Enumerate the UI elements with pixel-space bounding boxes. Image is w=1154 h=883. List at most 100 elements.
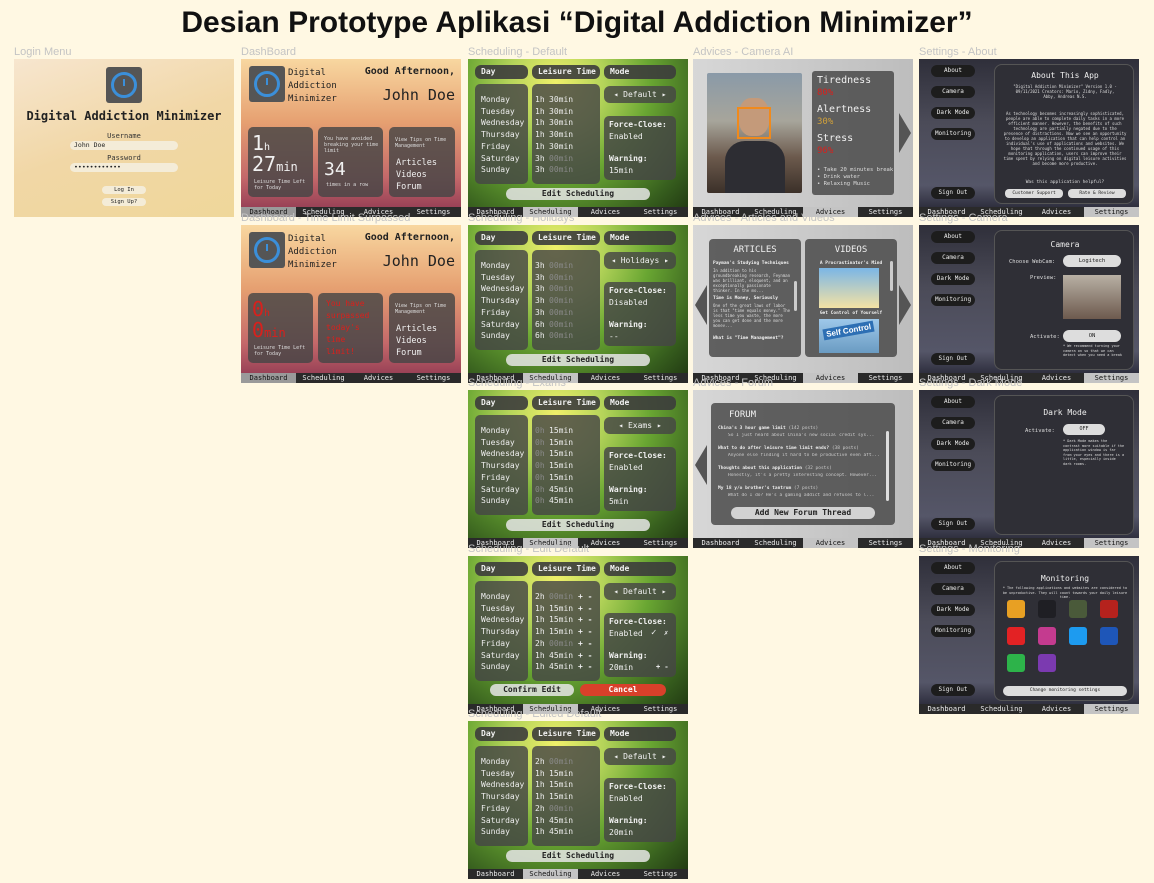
nav-advices[interactable]: Advices [578,207,633,217]
checkmark-icon[interactable]: ✓ [651,628,656,638]
nav-scheduling[interactable]: Scheduling [748,538,803,548]
nav-advices[interactable]: Advices [1029,373,1084,383]
settings-side-camera[interactable]: Camera [931,252,975,264]
edit-scheduling-button[interactable]: Edit Scheduling [506,354,650,366]
nav-advices[interactable]: Advices [1029,538,1084,548]
cancel-button[interactable]: Cancel [580,684,666,696]
nav-advices[interactable]: Advices [578,869,633,879]
sign-out-button[interactable]: Sign Out [931,187,975,199]
nav-settings[interactable]: Settings [1084,704,1139,714]
scrollbar[interactable] [890,261,893,291]
settings-side-darkmode[interactable]: Dark Mode [931,604,975,616]
mode-selector[interactable]: ◂ Exams ▸ [604,417,676,434]
scrollbar[interactable] [886,431,889,501]
next-arrow-icon[interactable] [899,113,911,153]
nav-settings[interactable]: Settings [633,704,688,714]
nav-advices[interactable]: Advices [351,373,406,383]
next-arrow-icon[interactable] [899,285,911,325]
nav-dashboard[interactable]: Dashboard [693,538,748,548]
video-thumbnail[interactable]: Self Control [819,319,879,353]
customer-support-button[interactable]: Customer Support [1005,189,1063,198]
signup-button[interactable]: Sign Up? [102,198,146,206]
video-title[interactable]: Get Control of Yourself [809,311,893,316]
videos-link[interactable]: Videos [396,169,437,181]
nav-advices[interactable]: Advices [1029,207,1084,217]
nav-dashboard[interactable]: Dashboard [241,373,296,383]
settings-side-about[interactable]: About [931,231,975,243]
settings-side-camera[interactable]: Camera [931,86,975,98]
nav-scheduling[interactable]: Scheduling [523,869,578,879]
nav-dashboard[interactable]: Dashboard [468,869,523,879]
settings-side-darkmode[interactable]: Dark Mode [931,273,975,285]
nav-settings[interactable]: Settings [633,869,688,879]
nav-settings[interactable]: Settings [1084,373,1139,383]
nav-settings[interactable]: Settings [858,538,913,548]
settings-side-darkmode[interactable]: Dark Mode [931,438,975,450]
settings-side-about[interactable]: About [931,65,975,77]
forum-thread[interactable]: What to do after leisure time limit ends… [718,446,883,466]
videos-link[interactable]: Videos [396,335,437,347]
password-field[interactable]: •••••••••••• [70,163,178,172]
article-title[interactable]: What is "Time Management"? [713,336,791,341]
nav-advices[interactable]: Advices [578,373,633,383]
forum-thread[interactable]: My 18 y/o brother's tantrum (7 posts) Wh… [718,486,883,506]
edit-scheduling-button[interactable]: Edit Scheduling [506,850,650,862]
edit-scheduling-button[interactable]: Edit Scheduling [506,519,650,531]
plus-minus-control[interactable]: + - [578,614,592,626]
settings-side-about[interactable]: About [931,562,975,574]
settings-side-monitoring[interactable]: Monitoring [931,459,975,471]
video-title[interactable]: A Procrastinator's Mind [809,261,893,266]
nav-settings[interactable]: Settings [406,207,461,217]
plus-minus-control[interactable]: + - [578,591,592,603]
settings-side-camera[interactable]: Camera [931,417,975,429]
nav-settings[interactable]: Settings [633,373,688,383]
prev-arrow-icon[interactable] [695,445,707,485]
video-thumbnail[interactable] [819,268,879,308]
login-button[interactable]: Log In [102,186,146,194]
change-monitoring-button[interactable]: Change monitoring settings [1003,686,1127,696]
dark-mode-toggle[interactable]: OFF [1063,424,1105,435]
add-forum-thread-button[interactable]: Add New Forum Thread [731,507,875,519]
edit-scheduling-button[interactable]: Edit Scheduling [506,188,650,200]
settings-side-monitoring[interactable]: Monitoring [931,294,975,306]
cross-icon[interactable]: ✗ [664,629,668,637]
prev-arrow-icon[interactable] [695,285,707,325]
plus-minus-control[interactable]: + - [578,650,592,662]
username-field[interactable]: John Doe [70,141,178,150]
mode-selector[interactable]: ◂ Holidays ▸ [604,252,676,269]
article-title[interactable]: Time is Money, Seriously [713,296,791,301]
sign-out-button[interactable]: Sign Out [931,518,975,530]
forum-thread[interactable]: Thoughts about this application (32 post… [718,466,883,486]
plus-minus-control[interactable]: + - [578,603,592,615]
scrollbar[interactable] [794,281,797,311]
nav-dashboard[interactable]: Dashboard [919,704,974,714]
forum-thread[interactable]: China's 3 hour game limit (142 posts) So… [718,426,883,446]
camera-toggle[interactable]: ON [1063,330,1121,342]
warning-plus-minus[interactable]: + - [656,663,669,671]
settings-side-darkmode[interactable]: Dark Mode [931,107,975,119]
plus-minus-control[interactable]: + - [578,626,592,638]
nav-settings[interactable]: Settings [858,207,913,217]
plus-minus-control[interactable]: + - [578,661,592,673]
articles-link[interactable]: Articles [396,157,437,169]
rate-review-button[interactable]: Rate & Review [1068,189,1126,198]
settings-side-monitoring[interactable]: Monitoring [931,128,975,140]
nav-advices[interactable]: Advices [803,373,858,383]
forum-link[interactable]: Forum [396,347,437,359]
sign-out-button[interactable]: Sign Out [931,353,975,365]
mode-selector[interactable]: ◂ Default ▸ [604,748,676,765]
settings-side-camera[interactable]: Camera [931,583,975,595]
article-title[interactable]: Payman's Studying Techniques [713,261,791,266]
mode-selector[interactable]: ◂ Default ▸ [604,86,676,103]
settings-side-monitoring[interactable]: Monitoring [931,625,975,637]
sign-out-button[interactable]: Sign Out [931,684,975,696]
nav-scheduling[interactable]: Scheduling [296,373,351,383]
nav-settings[interactable]: Settings [858,373,913,383]
nav-settings[interactable]: Settings [633,207,688,217]
nav-scheduling[interactable]: Scheduling [974,704,1029,714]
mode-selector[interactable]: ◂ Default ▸ [604,583,676,600]
nav-settings[interactable]: Settings [406,373,461,383]
plus-minus-control[interactable]: + - [578,638,592,650]
nav-advices[interactable]: Advices [803,538,858,548]
nav-settings[interactable]: Settings [1084,207,1139,217]
